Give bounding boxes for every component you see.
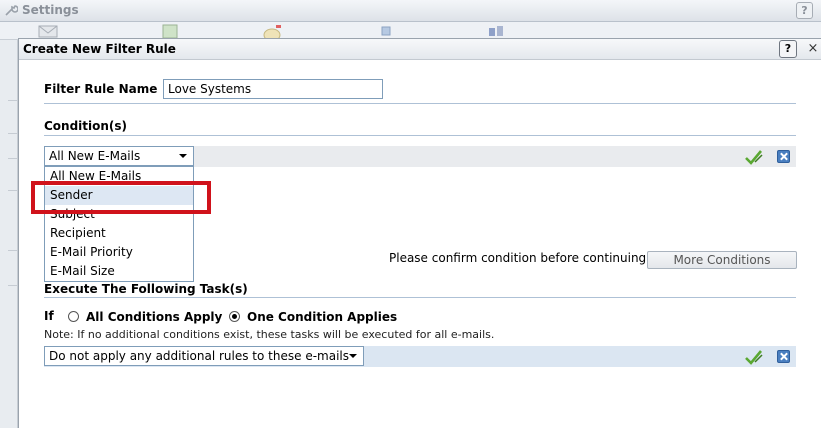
dropdown-option-all-new[interactable]: All New E-Mails [45, 167, 193, 186]
dialog-title: Create New Filter Rule [23, 42, 176, 56]
condition-select[interactable]: All New E-Mails [44, 146, 194, 166]
settings-sidebar [0, 40, 18, 428]
delete-icon[interactable] [777, 150, 790, 163]
condition-row: All New E-Mails [44, 146, 796, 167]
close-button[interactable]: × [805, 40, 821, 58]
contacts-tool-icon[interactable] [376, 24, 396, 38]
chevron-down-icon [179, 154, 187, 158]
rule-name-input[interactable] [163, 79, 383, 99]
dropdown-option-size[interactable]: E-Mail Size [45, 262, 193, 281]
calendar-tool-icon[interactable] [160, 24, 180, 38]
divider [44, 135, 796, 136]
tasks-tool-icon[interactable] [486, 24, 506, 38]
task-row: Do not apply any additional rules to the… [44, 346, 796, 367]
settings-titlebar: Settings ? [0, 0, 821, 22]
settings-help-button[interactable]: ? [796, 2, 813, 19]
tasks-heading: Execute The Following Task(s) [44, 282, 248, 296]
wrench-icon [5, 5, 18, 16]
divider [44, 297, 796, 298]
chevron-down-icon [349, 354, 357, 358]
more-conditions-button[interactable]: More Conditions [647, 251, 797, 269]
checkmark-edit-icon[interactable] [745, 149, 763, 165]
radio-one-condition[interactable] [229, 311, 240, 322]
one-condition-label[interactable]: One Condition Applies [247, 310, 397, 324]
rule-name-label: Filter Rule Name [44, 82, 158, 96]
if-label: If [44, 309, 54, 323]
settings-title: Settings [22, 3, 79, 17]
condition-select-value: All New E-Mails [49, 149, 141, 163]
divider [44, 103, 796, 104]
checkmark-edit-icon[interactable] [745, 349, 763, 365]
dropdown-option-priority[interactable]: E-Mail Priority [45, 243, 193, 262]
all-conditions-label[interactable]: All Conditions Apply [86, 310, 222, 324]
tasks-note: Note: If no additional conditions exist,… [44, 328, 495, 341]
delete-icon[interactable] [777, 350, 790, 363]
dropdown-option-subject[interactable]: Subject [45, 205, 193, 224]
dropdown-option-recipient[interactable]: Recipient [45, 224, 193, 243]
confirm-condition-text: Please confirm condition before continui… [389, 251, 650, 265]
help-button[interactable]: ? [779, 40, 797, 58]
dialog-titlebar: Create New Filter Rule ? × [19, 39, 821, 60]
mail-tool-icon[interactable] [38, 24, 58, 38]
dropdown-option-sender[interactable]: Sender [45, 186, 193, 205]
conditions-heading: Condition(s) [44, 119, 128, 133]
filter-rule-dialog: Create New Filter Rule ? × Filter Rule N… [18, 38, 821, 428]
notes-tool-icon[interactable] [262, 24, 282, 38]
condition-dropdown-list: All New E-Mails Sender Subject Recipient… [44, 166, 194, 282]
task-select-value: Do not apply any additional rules to the… [49, 349, 349, 363]
task-select[interactable]: Do not apply any additional rules to the… [44, 346, 364, 366]
radio-all-conditions[interactable] [68, 311, 79, 322]
